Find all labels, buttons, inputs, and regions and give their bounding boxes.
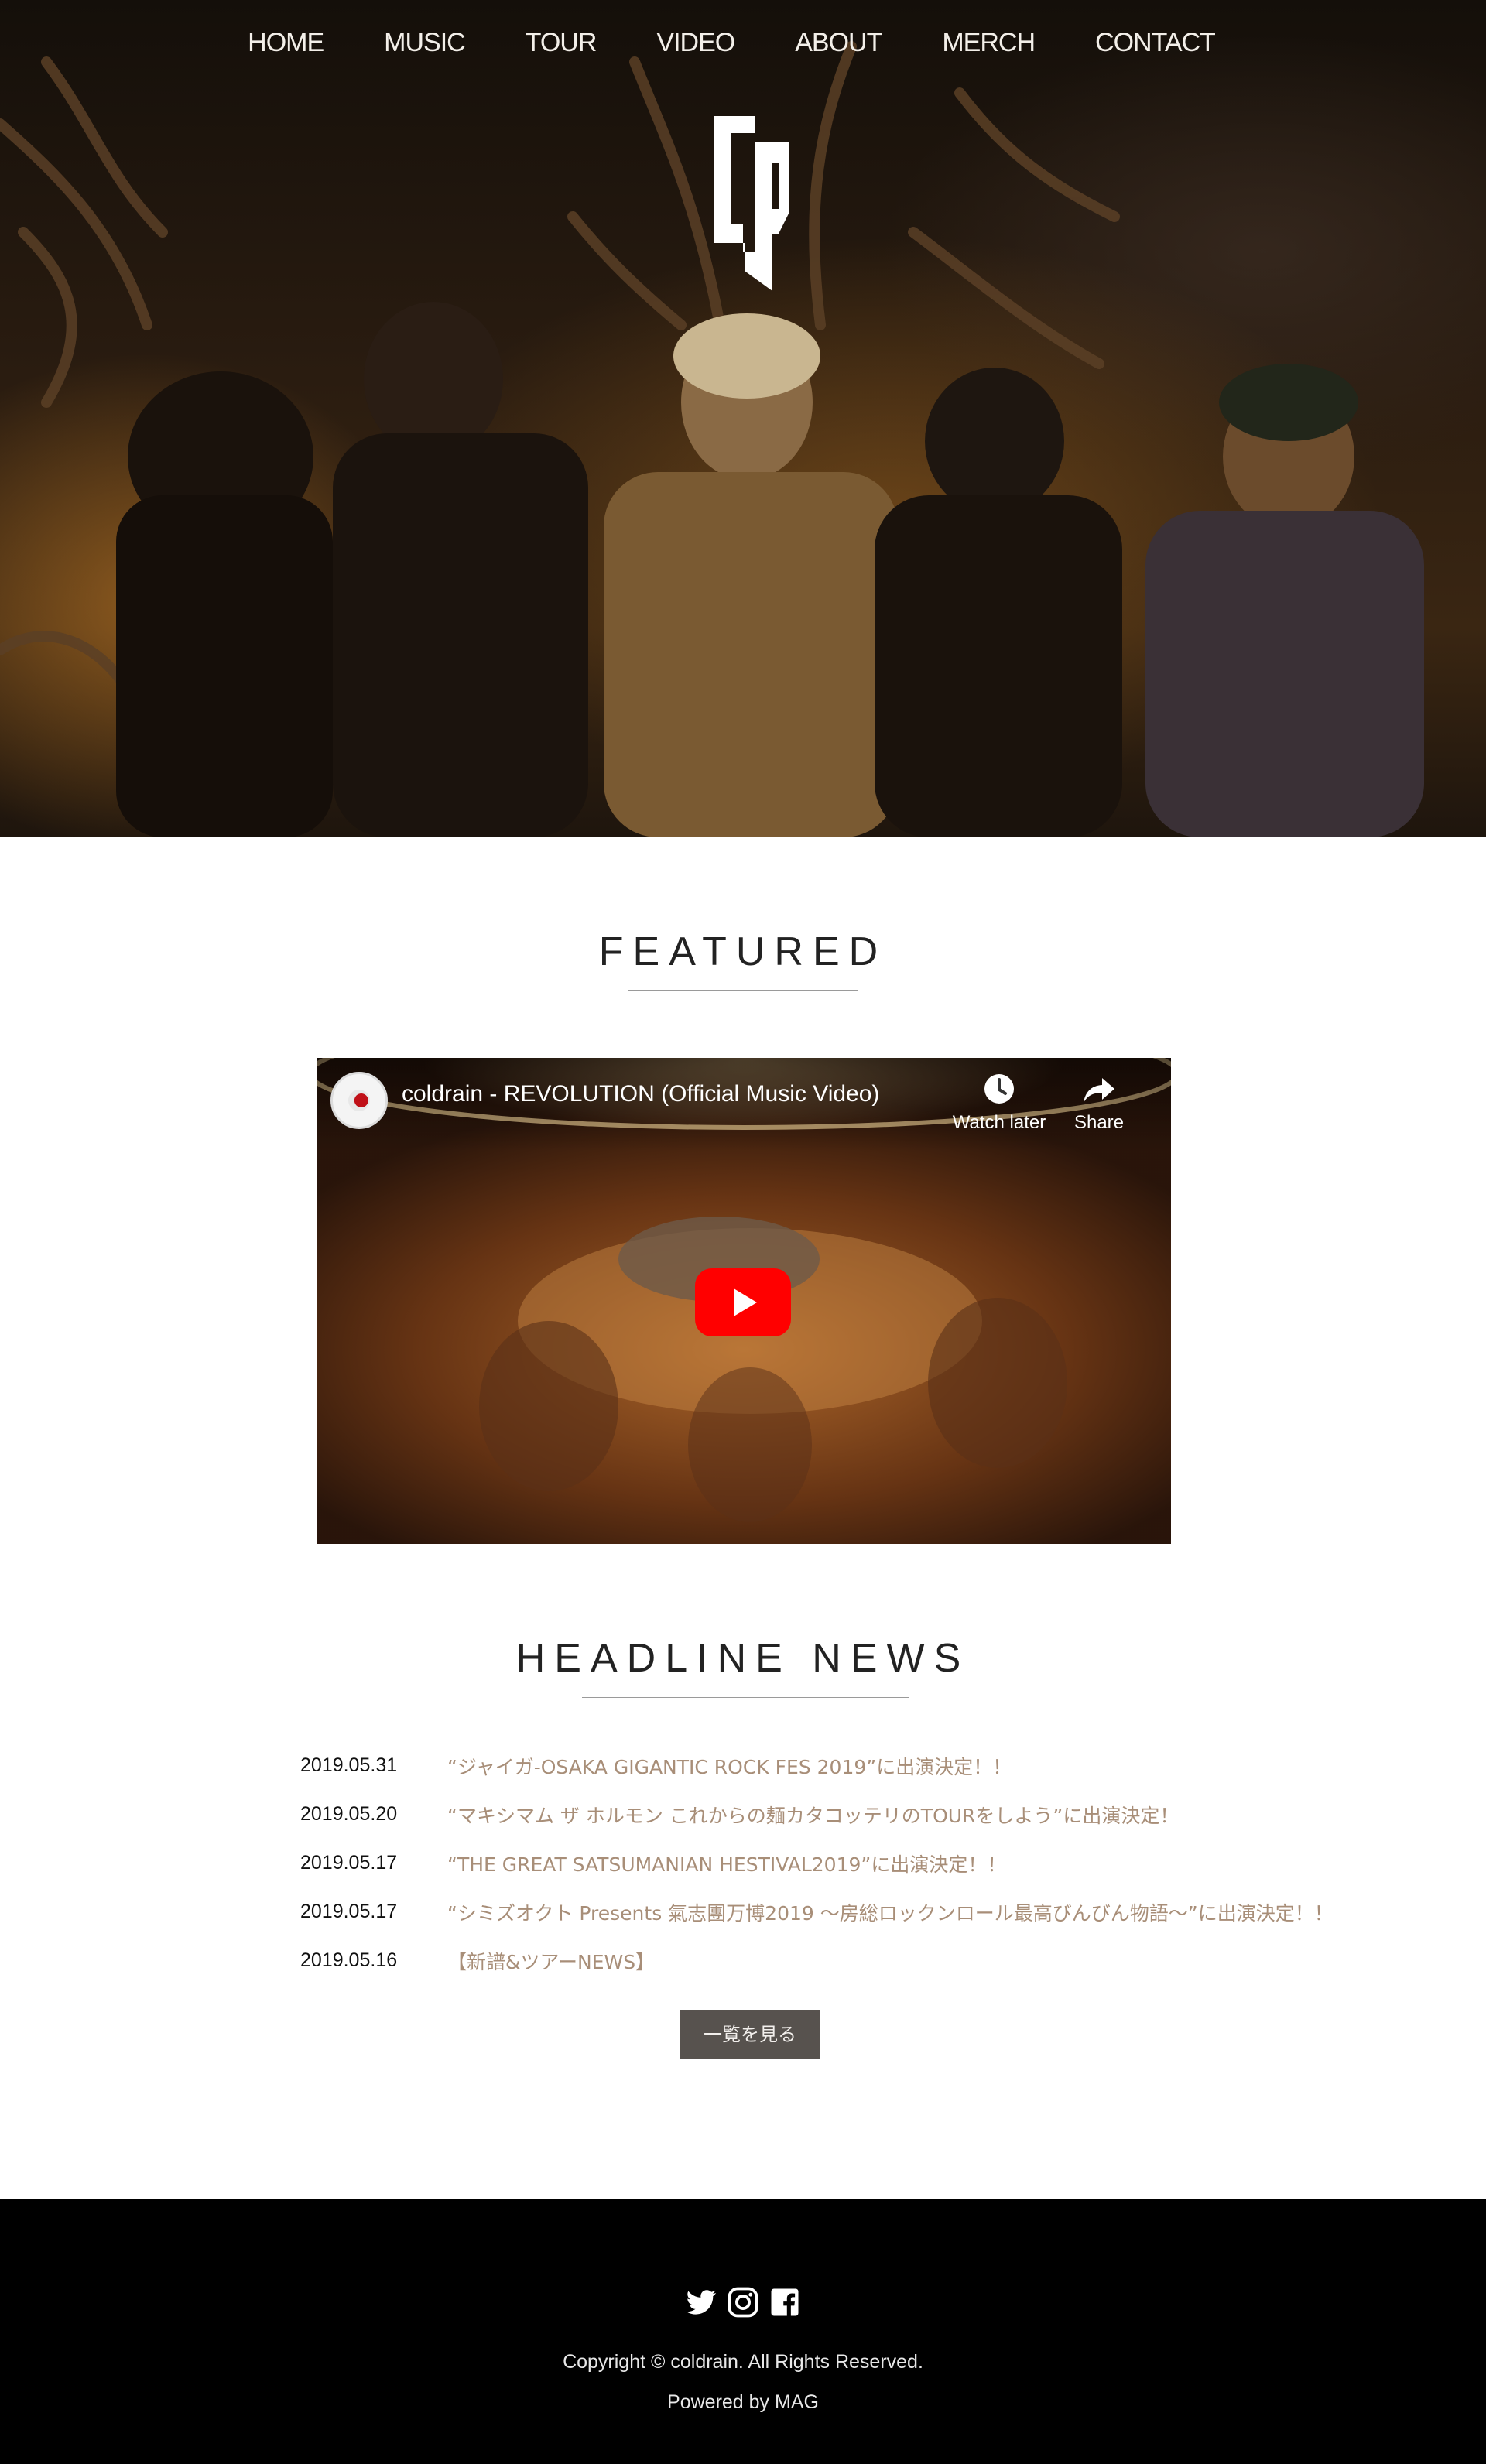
footer: Copyright © coldrain. All Rights Reserve… bbox=[0, 2199, 1486, 2464]
powered-by-text: Powered by MAG bbox=[667, 2391, 819, 2413]
list-item: 2019.05.17 “シミズオクト Presents 氣志團万博2019 ～房… bbox=[300, 1887, 1384, 1936]
share-icon bbox=[1084, 1078, 1114, 1103]
nav-item-about[interactable]: ABOUT bbox=[765, 23, 912, 62]
clock-icon bbox=[984, 1074, 1014, 1104]
news-link[interactable]: “シミズオクト Presents 氣志團万博2019 ～房総ロックンロール最高び… bbox=[447, 1898, 1334, 1926]
watch-later-label: Watch later bbox=[952, 1112, 1046, 1133]
main-nav: HOME MUSIC TOUR VIDEO ABOUT MERCH CONTAC… bbox=[0, 23, 1486, 62]
hero-section: HOME MUSIC TOUR VIDEO ABOUT MERCH CONTAC… bbox=[0, 0, 1486, 837]
news-title: HEADLINE NEWS bbox=[515, 1636, 971, 1681]
share-label: Share bbox=[1073, 1112, 1125, 1133]
news-title-rule bbox=[582, 1697, 909, 1698]
share-button[interactable]: Share bbox=[1053, 1072, 1145, 1134]
nav-item-home[interactable]: HOME bbox=[217, 23, 354, 62]
list-item: 2019.05.17 “THE GREAT SATSUMANIAN HESTIV… bbox=[300, 1839, 1384, 1887]
list-item: 2019.05.20 “マキシマム ザ ホルモン これからの麺カタコッテリのTO… bbox=[300, 1790, 1384, 1839]
news-link[interactable]: 【新譜&ツアーNEWS】 bbox=[447, 1947, 655, 1975]
list-item: 2019.05.16 【新譜&ツアーNEWS】 bbox=[300, 1936, 1384, 1985]
video-title[interactable]: coldrain - REVOLUTION (Official Music Vi… bbox=[402, 1081, 879, 1107]
nav-item-tour[interactable]: TOUR bbox=[495, 23, 627, 62]
copyright-text: Copyright © coldrain. All Rights Reserve… bbox=[563, 2351, 923, 2373]
nav-list: HOME MUSIC TOUR VIDEO ABOUT MERCH CONTAC… bbox=[217, 23, 1245, 62]
play-icon[interactable] bbox=[695, 1268, 791, 1336]
channel-avatar[interactable] bbox=[330, 1072, 388, 1129]
facebook-icon[interactable] bbox=[769, 2286, 801, 2319]
video-player[interactable]: coldrain - REVOLUTION (Official Music Vi… bbox=[317, 1058, 1171, 1544]
view-all-news-button[interactable]: 一覧を見る bbox=[680, 2010, 820, 2059]
featured-title: FEATURED bbox=[598, 929, 888, 974]
news-date: 2019.05.16 bbox=[300, 1949, 398, 1971]
nav-item-merch[interactable]: MERCH bbox=[912, 23, 1065, 62]
list-item: 2019.05.31 “ジャイガ-OSAKA GIGANTIC ROCK FES… bbox=[300, 1741, 1384, 1790]
featured-title-rule bbox=[628, 990, 858, 991]
nav-item-music[interactable]: MUSIC bbox=[354, 23, 495, 62]
nav-item-video[interactable]: VIDEO bbox=[626, 23, 765, 62]
news-date: 2019.05.31 bbox=[300, 1754, 398, 1776]
watch-later-button[interactable]: Watch later bbox=[945, 1072, 1053, 1134]
nav-item-contact[interactable]: CONTACT bbox=[1065, 23, 1245, 62]
instagram-icon[interactable] bbox=[727, 2286, 759, 2319]
news-list: 2019.05.31 “ジャイガ-OSAKA GIGANTIC ROCK FES… bbox=[300, 1741, 1384, 1985]
news-date: 2019.05.17 bbox=[300, 1852, 398, 1874]
band-logo[interactable] bbox=[698, 116, 794, 291]
social-links bbox=[0, 2286, 1486, 2319]
news-date: 2019.05.20 bbox=[300, 1803, 398, 1825]
news-date: 2019.05.17 bbox=[300, 1901, 398, 1922]
news-link[interactable]: “ジャイガ-OSAKA GIGANTIC ROCK FES 2019”に出演決定… bbox=[447, 1752, 1012, 1780]
news-link[interactable]: “THE GREAT SATSUMANIAN HESTIVAL2019”に出演決… bbox=[447, 1850, 1006, 1877]
twitter-icon[interactable] bbox=[685, 2286, 717, 2319]
news-link[interactable]: “マキシマム ザ ホルモン これからの麺カタコッテリのTOURをしよう”に出演決… bbox=[447, 1801, 1179, 1829]
